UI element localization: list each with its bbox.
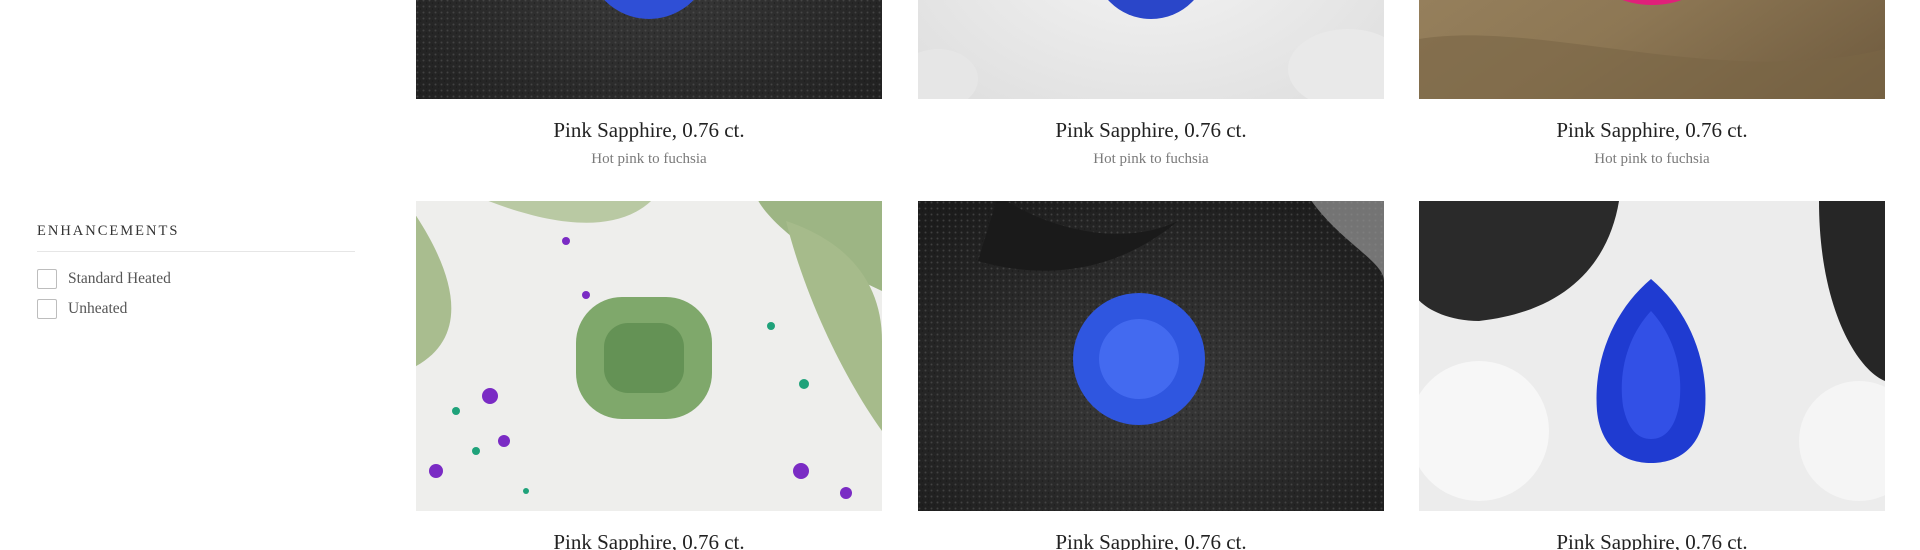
enhancements-filter-title: ENHANCEMENTS (37, 223, 355, 252)
product-title[interactable]: Pink Sapphire, 0.76 ct. (918, 530, 1384, 550)
unheated-checkbox[interactable] (37, 299, 57, 319)
product-grid: Pink Sapphire, 0.76 ct. Hot pink to fuch… (416, 0, 1886, 550)
blue-round-sapphire-on-black-sand-image[interactable] (416, 0, 882, 99)
product-title[interactable]: Pink Sapphire, 0.76 ct. (1419, 118, 1885, 143)
product-title[interactable]: Pink Sapphire, 0.76 ct. (416, 118, 882, 143)
product-subtitle: Hot pink to fuchsia (1594, 151, 1710, 167)
blue-sapphire-on-white-image[interactable] (918, 0, 1384, 99)
blue-pear-sapphire-on-white-image[interactable] (1419, 201, 1885, 511)
product-subtitle: Hot pink to fuchsia (1093, 151, 1209, 167)
enhancements-filter-list: Standard Heated Unheated (37, 264, 355, 324)
enhancements-filter: ENHANCEMENTS Standard Heated Unheated (37, 223, 355, 324)
filter-option-standard-heated[interactable]: Standard Heated (37, 264, 355, 294)
blue-round-sapphire-on-black-sand-image[interactable] (918, 201, 1384, 511)
filter-sidebar: ENHANCEMENTS Standard Heated Unheated (0, 0, 382, 550)
product-title[interactable]: Pink Sapphire, 0.76 ct. (416, 530, 882, 550)
pink-sapphire-on-stone-image[interactable] (1419, 0, 1885, 99)
filter-option-label: Unheated (68, 300, 128, 317)
filter-option-unheated[interactable]: Unheated (37, 294, 355, 324)
green-cushion-sapphire-with-leaves-image[interactable] (416, 201, 882, 511)
product-title[interactable]: Pink Sapphire, 0.76 ct. (1419, 530, 1885, 550)
product-subtitle: Hot pink to fuchsia (591, 151, 707, 167)
filter-option-label: Standard Heated (68, 270, 171, 287)
standard-heated-checkbox[interactable] (37, 269, 57, 289)
product-title[interactable]: Pink Sapphire, 0.76 ct. (918, 118, 1384, 143)
